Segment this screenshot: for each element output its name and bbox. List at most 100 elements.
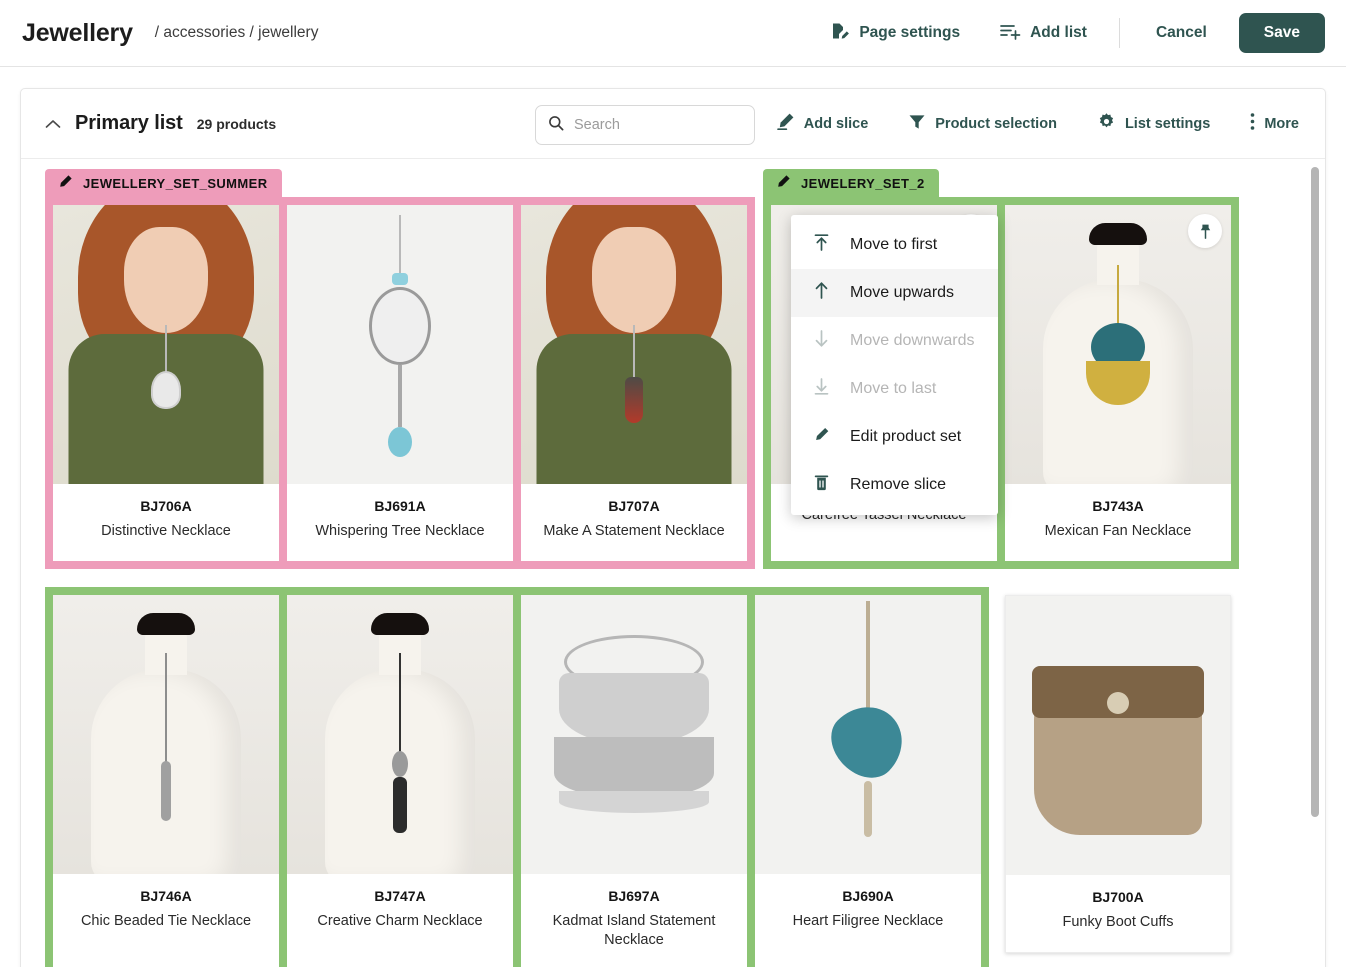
product-image: [1006, 595, 1230, 875]
arrow-up-icon: [813, 281, 830, 305]
product-card[interactable]: BJ700A Funky Boot Cuffs: [1005, 594, 1231, 953]
product-image: [521, 594, 747, 874]
arrow-down-to-line-icon: [813, 377, 830, 401]
menu-item-edit-product-set[interactable]: Edit product set: [791, 413, 998, 461]
product-card[interactable]: BJ697A Kadmat Island Statement Necklace: [521, 594, 747, 967]
pencil-icon: [57, 174, 73, 193]
menu-item-label: Move to first: [850, 236, 938, 253]
chevron-up-icon[interactable]: [43, 114, 63, 134]
product-card[interactable]: BJ690A Heart Filigree Necklace: [755, 594, 981, 967]
list-settings-button[interactable]: List settings: [1093, 104, 1214, 143]
gear-icon: [1097, 112, 1116, 135]
slice-row: BJ746A Chic Beaded Tie Necklace BJ747A C…: [45, 586, 1325, 967]
product-sku: BJ697A: [608, 887, 660, 904]
vertical-scrollbar[interactable]: [1311, 167, 1319, 967]
product-image: [1005, 205, 1231, 484]
product-name: Kadmat Island Statement Necklace: [552, 912, 716, 948]
menu-item-remove-slice[interactable]: Remove slice: [791, 461, 998, 509]
app-header: Jewellery / accessories / jewellery Page…: [0, 0, 1346, 67]
product-card[interactable]: BJ746A Chic Beaded Tie Necklace: [53, 594, 279, 967]
slice-green-secondary: BJ746A Chic Beaded Tie Necklace BJ747A C…: [45, 586, 989, 967]
product-sku: BJ706A: [140, 498, 192, 514]
slice-name: JEWELLERY_SET_SUMMER: [83, 175, 268, 191]
menu-item-label: Edit product set: [850, 428, 962, 445]
add-list-button[interactable]: Add list: [994, 13, 1093, 54]
menu-item-move-to-first[interactable]: Move to first: [791, 221, 998, 269]
menu-item-label: Remove slice: [850, 476, 947, 493]
product-info: BJ697A Kadmat Island Statement Necklace: [521, 874, 747, 967]
cancel-button[interactable]: Cancel: [1146, 16, 1217, 50]
add-list-icon: [1000, 21, 1021, 46]
slice-context-menu: Move to first Move upwards Move downward…: [791, 215, 998, 515]
pencil-icon: [776, 112, 795, 135]
product-sku: BJ746A: [140, 887, 192, 904]
scrollbar-thumb[interactable]: [1311, 167, 1319, 817]
product-image: [287, 205, 513, 484]
arrow-up-to-line-icon: [813, 233, 830, 257]
product-name: Funky Boot Cuffs: [1062, 913, 1174, 930]
search-box[interactable]: [535, 105, 755, 145]
menu-item-move-upwards[interactable]: Move upwards: [791, 269, 998, 317]
menu-item-move-downwards: Move downwards: [791, 317, 998, 365]
more-label: More: [1264, 115, 1299, 132]
product-sku: BJ691A: [374, 498, 426, 514]
arrow-down-icon: [813, 329, 830, 353]
product-image: [53, 594, 279, 874]
list-settings-label: List settings: [1124, 115, 1211, 132]
product-sku: BJ747A: [374, 887, 426, 904]
product-sku: BJ690A: [842, 887, 894, 904]
product-info: BJ706A Distinctive Necklace: [53, 484, 279, 561]
product-name: Chic Beaded Tie Necklace: [80, 912, 252, 929]
product-card[interactable]: BJ747A Creative Charm Necklace: [287, 594, 513, 967]
product-info: BJ747A Creative Charm Necklace: [287, 874, 513, 951]
slice-jewellery-set-summer: JEWELLERY_SET_SUMMER BJ706A Distinctive …: [45, 169, 755, 569]
product-name: Creative Charm Necklace: [317, 912, 483, 929]
menu-item-label: Move downwards: [850, 332, 975, 349]
slice-tag-jewellery-set-summer[interactable]: JEWELLERY_SET_SUMMER: [45, 169, 282, 197]
pencil-icon: [813, 425, 830, 449]
add-slice-label: Add slice: [803, 115, 869, 132]
product-selection-label: Product selection: [935, 115, 1057, 132]
product-name: Mexican Fan Necklace: [1044, 523, 1192, 539]
more-button[interactable]: More: [1246, 104, 1303, 143]
product-info: BJ707A Make A Statement Necklace: [521, 484, 747, 561]
product-image: [287, 594, 513, 874]
list-title: Primary list: [75, 112, 183, 134]
add-slice-button[interactable]: Add slice: [772, 104, 872, 143]
header-divider: [1118, 18, 1120, 48]
product-card[interactable]: BJ691A Whispering Tree Necklace: [287, 205, 513, 561]
product-info: BJ691A Whispering Tree Necklace: [287, 484, 513, 561]
product-image: [53, 205, 279, 484]
search-icon: [548, 115, 564, 136]
page-settings-button[interactable]: Page settings: [824, 13, 966, 54]
page-settings-icon: [830, 21, 850, 46]
product-card[interactable]: BJ707A Make A Statement Necklace: [521, 205, 747, 561]
menu-item-label: Move to last: [850, 380, 937, 397]
menu-item-label: Move upwards: [850, 284, 955, 301]
add-list-label: Add list: [1030, 24, 1087, 41]
product-info: BJ743A Mexican Fan Necklace: [1005, 484, 1231, 561]
slice-name: JEWELERY_SET_2: [801, 175, 925, 191]
product-name: Distinctive Necklace: [101, 523, 231, 539]
list-body: JEWELLERY_SET_SUMMER BJ706A Distinctive …: [21, 159, 1325, 967]
product-info: BJ690A Heart Filigree Necklace: [755, 874, 981, 951]
product-sku: BJ700A: [1092, 888, 1144, 905]
product-info: BJ746A Chic Beaded Tie Necklace: [53, 874, 279, 951]
search-input[interactable]: [574, 117, 742, 133]
pencil-icon: [775, 174, 791, 193]
product-name: Whispering Tree Necklace: [315, 523, 485, 539]
trash-icon: [813, 473, 830, 497]
pin-product-button[interactable]: [1188, 214, 1222, 248]
product-name: Make A Statement Necklace: [543, 523, 725, 539]
list-toolbar: Primary list 29 products Add slice: [21, 89, 1325, 159]
product-image: [755, 594, 981, 874]
menu-item-move-to-last: Move to last: [791, 365, 998, 413]
slice-tag-jewelery-set-2[interactable]: JEWELERY_SET_2: [763, 169, 939, 197]
product-card[interactable]: BJ743A Mexican Fan Necklace: [1005, 205, 1231, 561]
product-card[interactable]: BJ706A Distinctive Necklace: [53, 205, 279, 561]
product-info: BJ700A Funky Boot Cuffs: [1006, 875, 1230, 952]
product-sku: BJ743A: [1092, 498, 1144, 514]
save-button[interactable]: Save: [1238, 13, 1325, 53]
product-selection-button[interactable]: Product selection: [904, 105, 1061, 143]
product-count: 29 products: [196, 115, 277, 132]
